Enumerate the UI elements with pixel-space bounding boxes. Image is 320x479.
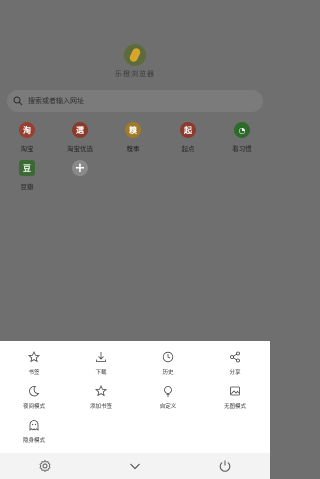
menu-label: 书签 [28,370,40,376]
menu-night-mode[interactable]: 夜间模式 [9,385,59,410]
taobao-icon: 淘 [19,122,35,138]
star-icon [28,351,40,363]
download-icon [96,352,106,362]
shortcut-qidian[interactable]: 起 起点 [168,122,208,153]
moon-icon [29,385,40,397]
star-plus-icon [95,385,107,397]
menu-label: 分享 [229,370,241,376]
shortcut-label: 淘宝 [20,145,34,153]
menu-label: 历史 [162,370,174,376]
kanxiguan-icon: ◔ [234,122,250,138]
gear-icon[interactable] [38,459,52,473]
menu-incognito-mode[interactable]: 隐身模式 [9,419,59,444]
power-icon[interactable] [218,459,232,473]
douban-icon: 豆 [19,160,35,176]
chevron-down-icon[interactable] [128,459,142,473]
brand-name: 乐橙浏览器 [115,70,155,78]
menu-customize[interactable]: 自定义 [143,385,193,410]
browser-menu-sheet: 书签 下载 历史 分享 夜间模式 添加书签 自定义 无图模式 隐身模式 [0,341,270,479]
menu-download[interactable]: 下载 [76,351,126,376]
share-icon [230,351,240,363]
image-icon [230,386,240,396]
shortcut-kanxiguan[interactable]: ◔ 看习惯 [222,122,262,153]
menu-label: 添加书签 [89,404,112,410]
lightbulb-icon [164,386,172,397]
shortcut-taobao[interactable]: 淘 淘宝 [7,122,47,153]
taobao-youxuan-icon: 選 [72,122,88,138]
search-icon [13,96,23,106]
menu-label: 无图模式 [223,404,246,410]
menu-share[interactable]: 分享 [210,351,260,376]
logo-icon [124,44,146,66]
add-shortcut-icon: + [72,160,88,176]
menu-no-image-mode[interactable]: 无图模式 [210,385,260,410]
shortcut-label: 看习惯 [232,145,252,153]
shortcut-douban[interactable]: 豆 豆瓣 [7,160,47,191]
clock-icon [162,351,174,363]
shortcut-taobao-youxuan[interactable]: 選 淘宝优选 [60,122,100,153]
search-bar[interactable]: 搜索或者输入网址 [7,90,263,112]
menu-label: 下载 [95,370,107,376]
browser-home: 乐橙浏览器 搜索或者输入网址 淘 淘宝 選 淘宝优选 糗 糗事 起 起点 ◔ 看… [0,0,270,479]
menu-add-bookmark[interactable]: 添加书签 [76,385,126,410]
search-placeholder: 搜索或者输入网址 [28,97,84,105]
menu-label: 隐身模式 [22,438,45,444]
qidian-icon: 起 [180,122,196,138]
menu-label: 夜间模式 [22,404,45,410]
menu-bottom-bar [0,453,270,479]
shortcut-label: 糗事 [126,145,140,153]
menu-history[interactable]: 历史 [143,351,193,376]
menu-bookmarks[interactable]: 书签 [9,351,59,376]
shortcut-qiushi[interactable]: 糗 糗事 [113,122,153,153]
shortcut-add[interactable]: + [60,160,100,176]
shortcut-label: 淘宝优选 [67,145,93,153]
shortcut-label: 豆瓣 [20,183,34,191]
shortcut-label: 起点 [181,145,195,153]
qiushi-icon: 糗 [125,122,141,138]
ghost-icon [29,420,39,431]
menu-label: 自定义 [159,404,177,410]
